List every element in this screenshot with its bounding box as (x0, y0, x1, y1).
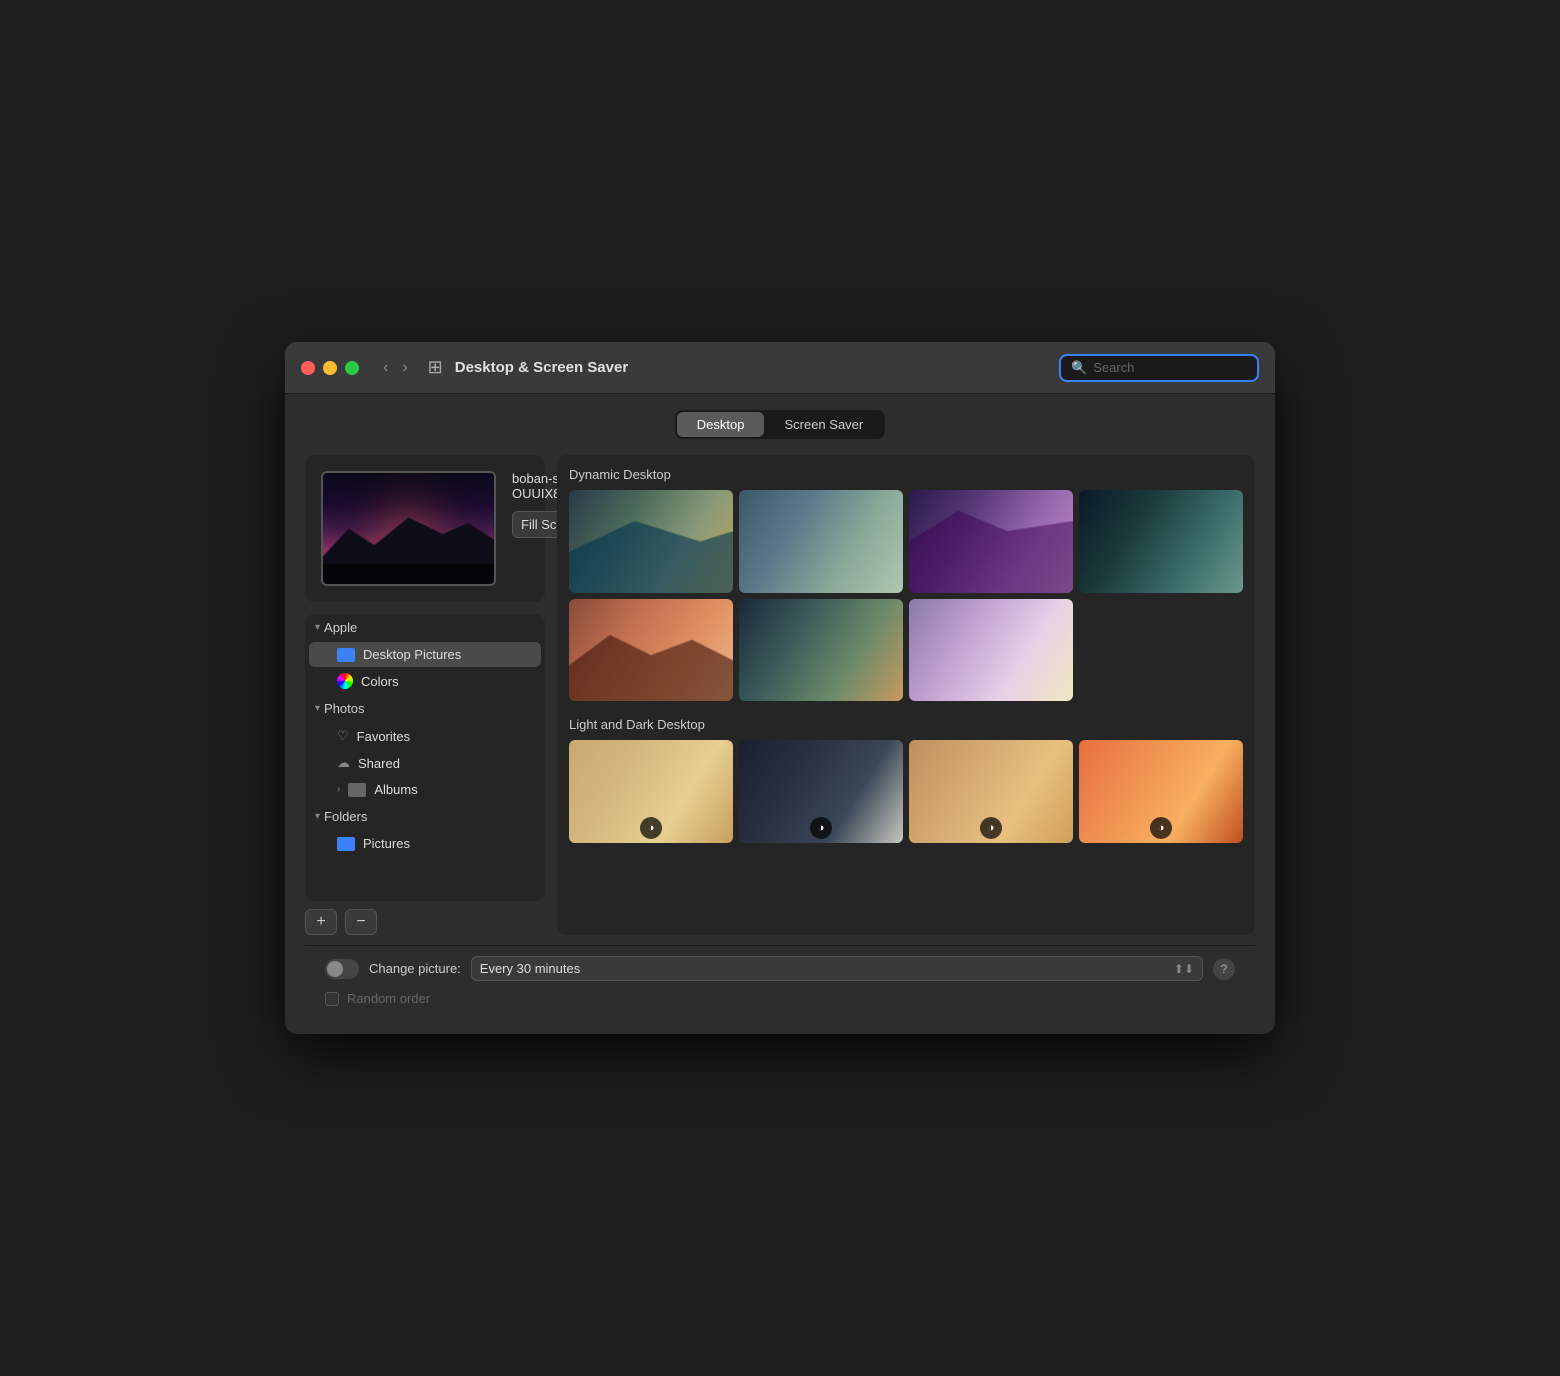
random-order-label: Random order (347, 991, 430, 1006)
forward-button[interactable]: › (398, 357, 411, 379)
color-wheel-icon (337, 673, 353, 689)
add-folder-button[interactable]: + (305, 909, 337, 935)
sidebar-item-label: Albums (374, 782, 417, 797)
chevron-down-icon: ▾ (315, 811, 320, 822)
sidebar-item-shared[interactable]: ☁ Shared (309, 750, 541, 776)
light-dark-icon: ◑ (640, 817, 662, 839)
maximize-button[interactable] (345, 361, 359, 375)
wallpaper-thumb-7[interactable] (909, 599, 1073, 702)
dynamic-wallpaper-grid (569, 490, 1243, 701)
chevron-down-icon: ▾ (315, 703, 320, 714)
light-dark-icon: ◑ (810, 817, 832, 839)
search-icon: 🔍 (1071, 360, 1087, 376)
preview-thumbnail (321, 471, 496, 586)
random-order-row: Random order (305, 991, 1255, 1014)
light-dark-icon: ◑ (980, 817, 1002, 839)
photos-section-label: Photos (324, 701, 364, 716)
nav-buttons: ‹ › (379, 357, 412, 379)
wallpaper-ld-4[interactable]: ◑ (1079, 740, 1243, 843)
sidebar-section-photos[interactable]: ▾ Photos (305, 695, 545, 722)
left-panel: boban-simonovski-UK0NJOUUIX8-unsplash Fi… (305, 455, 545, 935)
change-picture-label: Change picture: (369, 961, 461, 976)
search-box[interactable]: 🔍 (1059, 354, 1259, 382)
traffic-lights (301, 361, 359, 375)
wallpaper-thumb-2[interactable] (739, 490, 903, 593)
folders-section-label: Folders (324, 809, 367, 824)
wallpaper-thumb-3[interactable] (909, 490, 1073, 593)
tab-screen-saver[interactable]: Screen Saver (764, 412, 883, 437)
interval-arrows-icon: ⬆⬇ (1174, 962, 1194, 976)
change-picture-toggle[interactable] (325, 959, 359, 979)
remove-folder-button[interactable]: − (345, 909, 377, 935)
random-order-checkbox[interactable] (325, 992, 339, 1006)
light-dark-wallpaper-grid: ◑ ◑ ◑ ◑ (569, 740, 1243, 843)
heart-icon: ♡ (337, 728, 349, 744)
close-button[interactable] (301, 361, 315, 375)
wallpaper-ld-3[interactable]: ◑ (909, 740, 1073, 843)
wallpaper-thumb-1[interactable] (569, 490, 733, 593)
wallpaper-ld-1[interactable]: ◑ (569, 740, 733, 843)
grid-icon: ⊞ (428, 357, 443, 378)
sidebar-item-label: Desktop Pictures (363, 647, 461, 662)
sidebar-list: ▾ Apple Desktop Pictures Colors (305, 614, 545, 901)
window-title: Desktop & Screen Saver (455, 359, 1047, 376)
bottom-bar: Change picture: Every 30 minutes ⬆⬇ ? (305, 945, 1255, 991)
folder-blue-icon (337, 837, 355, 851)
folder-blue-icon (337, 648, 355, 662)
tab-desktop[interactable]: Desktop (677, 412, 765, 437)
tabs: Desktop Screen Saver (305, 410, 1255, 439)
interval-label: Every 30 minutes (480, 961, 1168, 976)
light-dark-section-label: Light and Dark Desktop (569, 717, 1243, 732)
titlebar: ‹ › ⊞ Desktop & Screen Saver 🔍 (285, 342, 1275, 394)
minimize-button[interactable] (323, 361, 337, 375)
preview-area: boban-simonovski-UK0NJOUUIX8-unsplash Fi… (305, 455, 545, 602)
wallpaper-grid-area: Dynamic Desktop (557, 455, 1255, 935)
sidebar-item-label: Pictures (363, 836, 410, 851)
sidebar-item-label: Colors (361, 674, 399, 689)
sidebar-item-label: Shared (358, 756, 400, 771)
right-panel: Dynamic Desktop (557, 455, 1255, 935)
wallpaper-ld-2[interactable]: ◑ (739, 740, 903, 843)
light-dark-icon: ◑ (1150, 817, 1172, 839)
sidebar-section-apple[interactable]: ▾ Apple (305, 614, 545, 641)
interval-dropdown[interactable]: Every 30 minutes ⬆⬇ (471, 956, 1203, 981)
main-area: boban-simonovski-UK0NJOUUIX8-unsplash Fi… (305, 455, 1255, 935)
sidebar-item-desktop-pictures[interactable]: Desktop Pictures (309, 642, 541, 667)
sidebar-item-label: Favorites (357, 729, 410, 744)
chevron-right-icon: › (337, 784, 340, 795)
apple-section-label: Apple (324, 620, 357, 635)
help-button[interactable]: ? (1213, 958, 1235, 980)
search-input[interactable] (1093, 360, 1247, 375)
chevron-down-icon: ▾ (315, 622, 320, 633)
sidebar-bottom: + − (305, 901, 545, 935)
content-area: Desktop Screen Saver boban-simonovski-UK… (285, 394, 1275, 1034)
sidebar-item-pictures[interactable]: Pictures (309, 831, 541, 856)
wallpaper-thumb-6[interactable] (739, 599, 903, 702)
main-window: ‹ › ⊞ Desktop & Screen Saver 🔍 Desktop S… (285, 342, 1275, 1034)
sidebar-section-folders[interactable]: ▾ Folders (305, 803, 545, 830)
tab-group: Desktop Screen Saver (675, 410, 885, 439)
sidebar-item-colors[interactable]: Colors (309, 668, 541, 694)
wallpaper-thumb-5[interactable] (569, 599, 733, 702)
folder-gray-icon (348, 783, 366, 797)
back-button[interactable]: ‹ (379, 357, 392, 379)
dynamic-section-label: Dynamic Desktop (569, 467, 1243, 482)
sidebar-item-albums[interactable]: › Albums (309, 777, 541, 802)
cloud-icon: ☁ (337, 755, 350, 771)
sidebar-item-favorites[interactable]: ♡ Favorites (309, 723, 541, 749)
wallpaper-thumb-4[interactable] (1079, 490, 1243, 593)
